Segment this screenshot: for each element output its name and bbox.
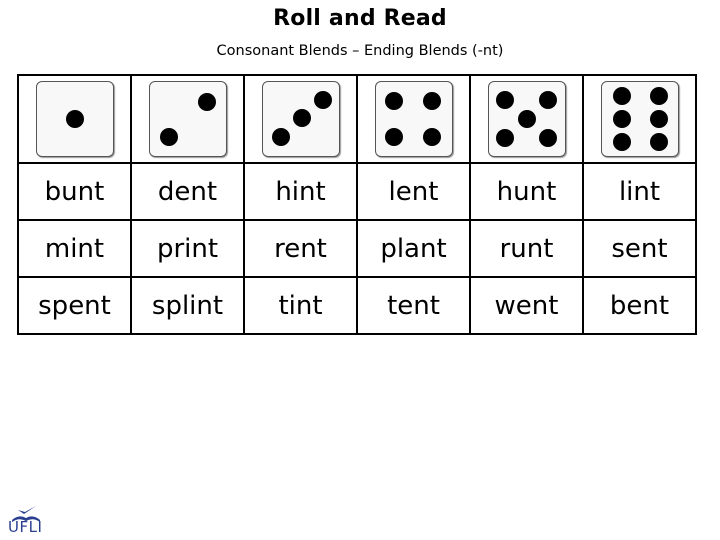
dice-row (17, 74, 697, 164)
die-cell (243, 74, 358, 164)
pip (197, 93, 216, 111)
word-cell: bunt (17, 162, 132, 221)
pip (495, 129, 514, 147)
pip (271, 128, 290, 146)
word-cell: dent (130, 162, 245, 221)
word-cell: hunt (469, 162, 584, 221)
word-row: spent splint tint tent went bent (17, 276, 697, 335)
pip (313, 91, 332, 109)
word-cell: lint (582, 162, 697, 221)
die-cell (582, 74, 697, 164)
die-4-icon (374, 81, 453, 157)
word-cell: went (469, 276, 584, 335)
word-cell: print (130, 219, 245, 278)
pip (495, 91, 514, 109)
pip (649, 110, 668, 128)
roll-and-read-table: bunt dent hint lent hunt lint mint print… (17, 74, 697, 335)
word-cell: tint (243, 276, 358, 335)
pip (649, 133, 668, 151)
die-cell (469, 74, 584, 164)
die-cell (130, 74, 245, 164)
pip (384, 92, 403, 110)
pip (538, 91, 557, 109)
pip (538, 129, 557, 147)
word-cell: rent (243, 219, 358, 278)
pip (159, 128, 178, 146)
word-cell: bent (582, 276, 697, 335)
pip (517, 110, 536, 128)
pip (612, 87, 631, 105)
die-3-icon (261, 81, 340, 157)
word-row: bunt dent hint lent hunt lint (17, 162, 697, 221)
word-cell: splint (130, 276, 245, 335)
word-cell: tent (356, 276, 471, 335)
page-title: Roll and Read (273, 6, 447, 31)
die-cell (356, 74, 471, 164)
pip (384, 128, 403, 146)
word-cell: mint (17, 219, 132, 278)
die-cell (17, 74, 132, 164)
word-cell: sent (582, 219, 697, 278)
ufli-logo-text: UFLI (8, 518, 43, 536)
pip (422, 92, 441, 110)
word-cell: lent (356, 162, 471, 221)
pip (65, 110, 84, 128)
word-cell: hint (243, 162, 358, 221)
word-row: mint print rent plant runt sent (17, 219, 697, 278)
word-cell: spent (17, 276, 132, 335)
die-1-icon (35, 81, 114, 157)
pip (612, 110, 631, 128)
pip (649, 87, 668, 105)
die-6-icon (600, 81, 679, 157)
word-cell: runt (469, 219, 584, 278)
die-2-icon (148, 81, 227, 157)
pip (292, 109, 311, 127)
page-subtitle: Consonant Blends – Ending Blends (-nt) (216, 43, 504, 59)
word-cell: plant (356, 219, 471, 278)
die-5-icon (487, 81, 566, 157)
pip (422, 128, 441, 146)
pip (612, 133, 631, 151)
